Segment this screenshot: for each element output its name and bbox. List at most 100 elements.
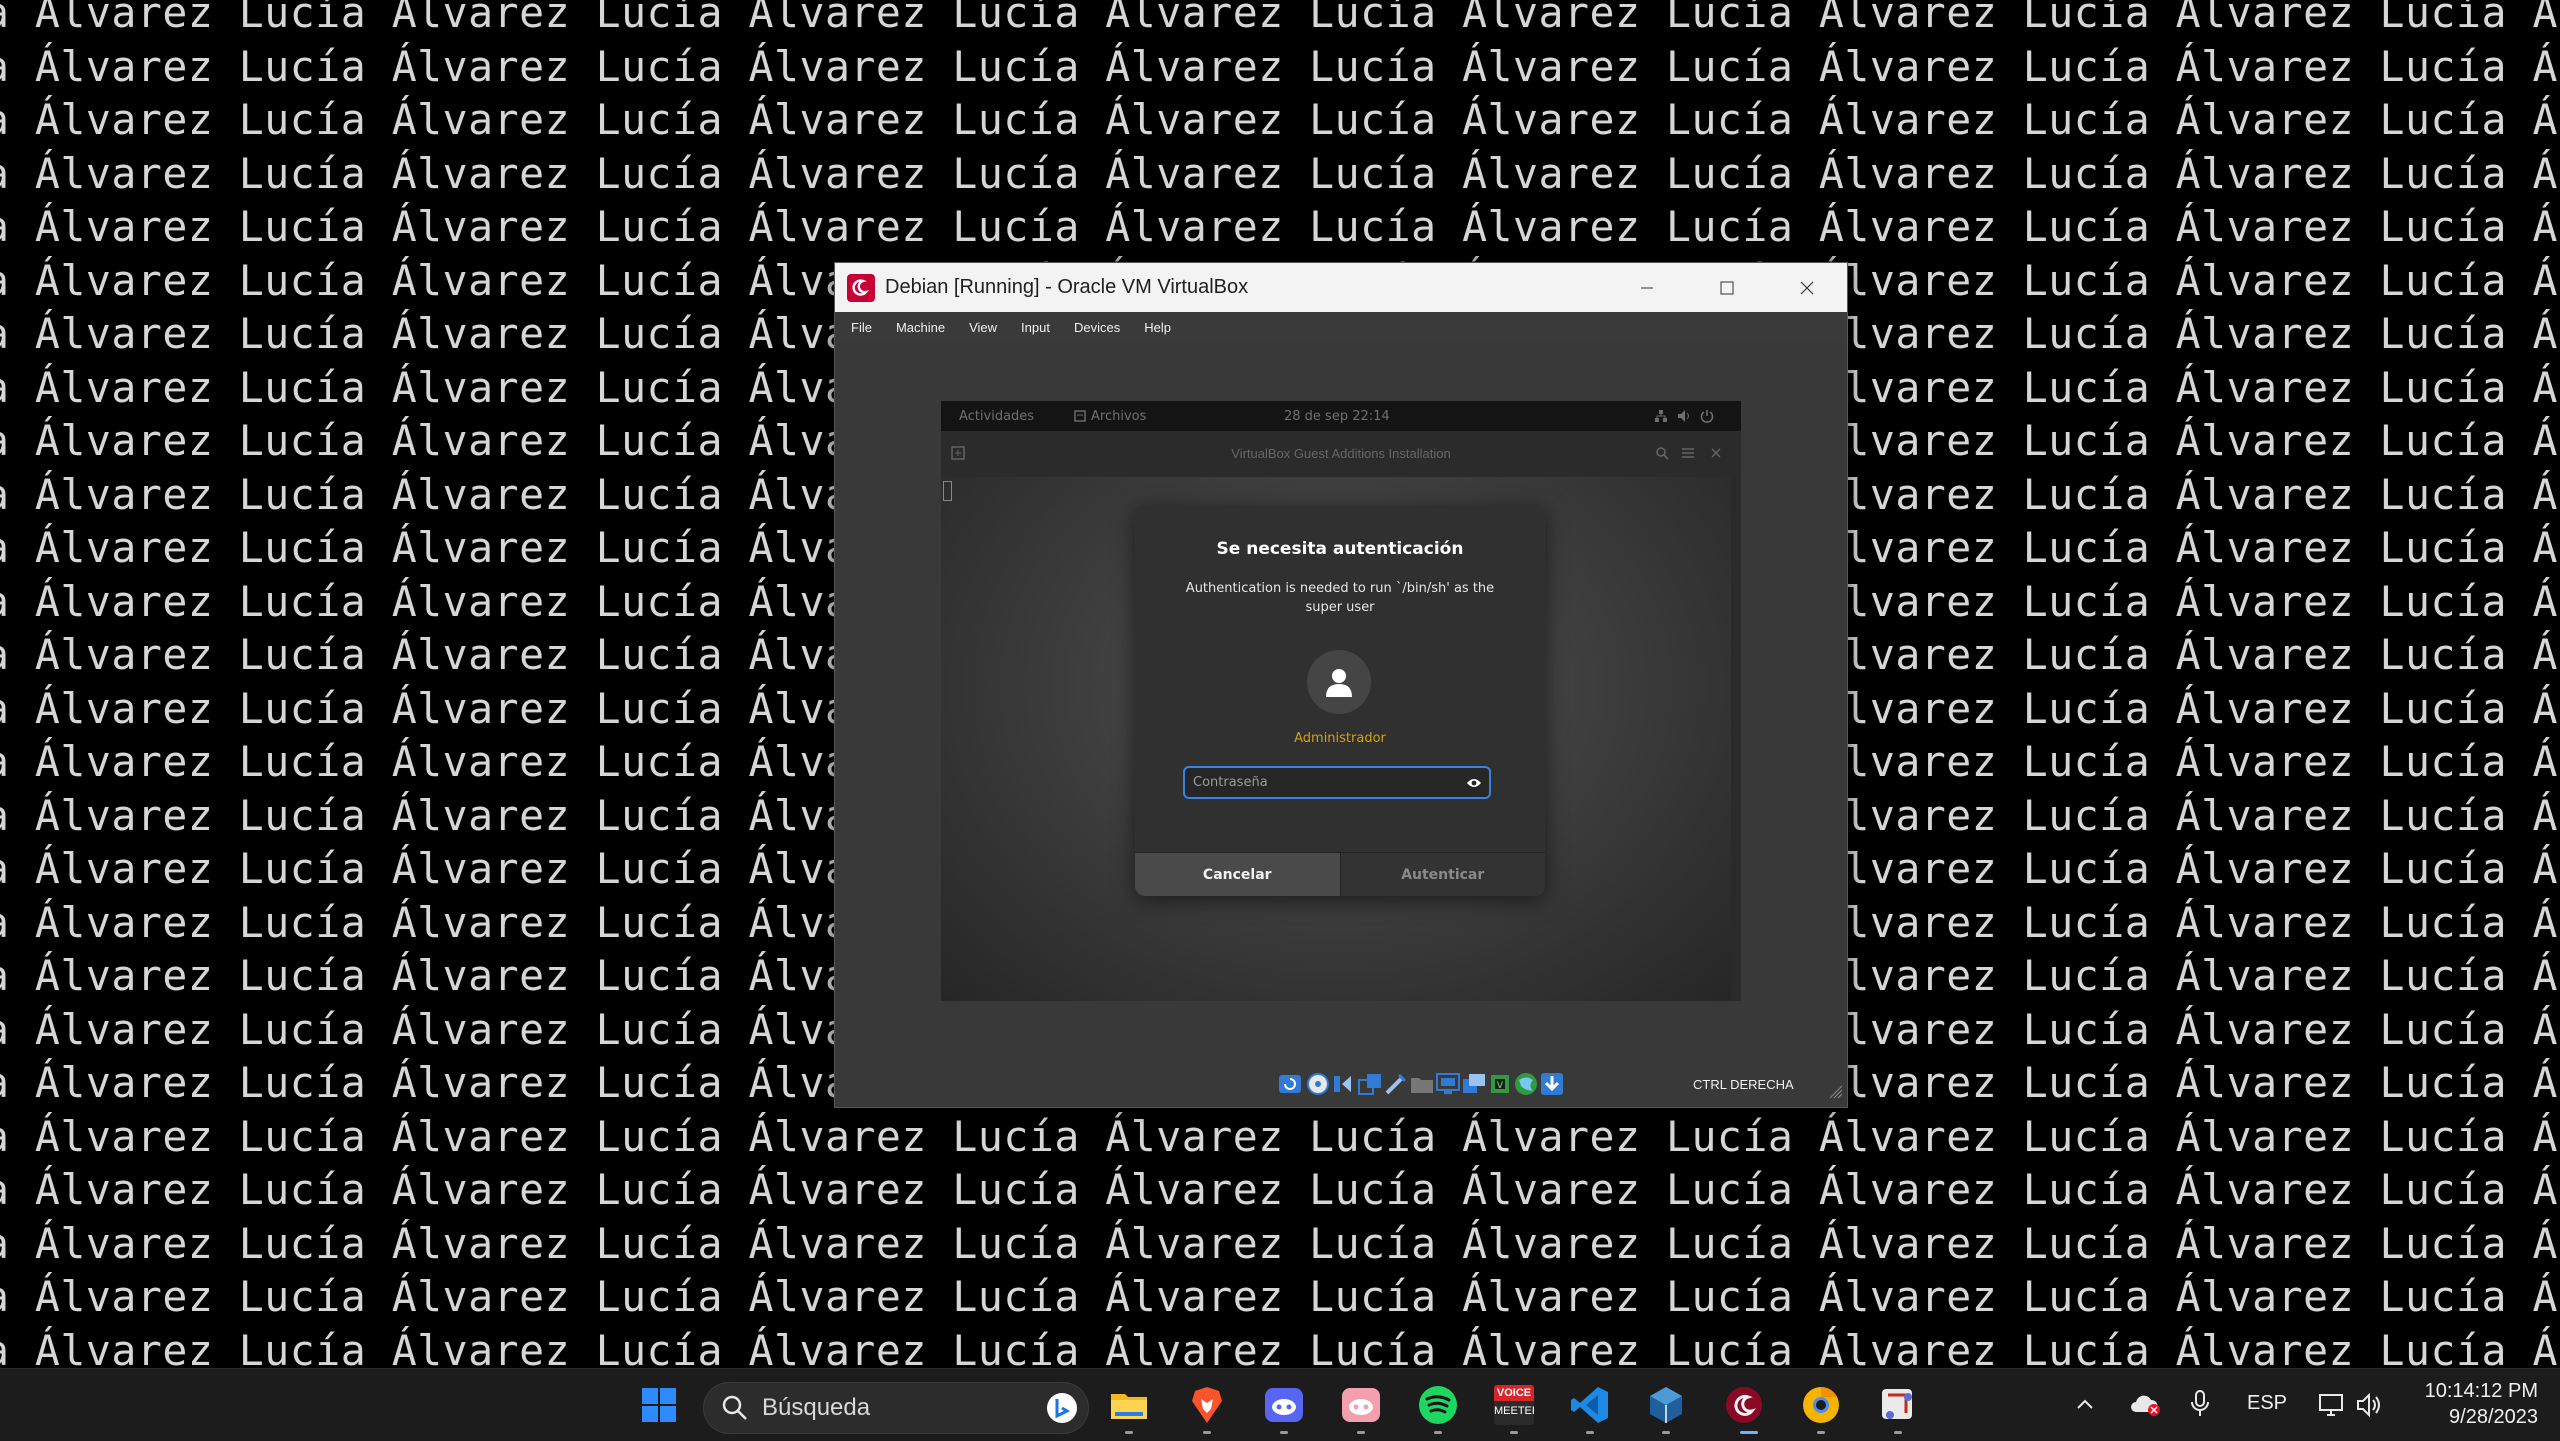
language-indicator[interactable]: ESP <box>2247 1392 2287 1415</box>
voicemeeter-label-bottom: MEETER <box>1494 1405 1534 1417</box>
activities-button[interactable]: Actividades <box>959 409 1034 424</box>
password-input[interactable] <box>1185 774 1459 791</box>
network-monitor-icon[interactable] <box>2318 1392 2346 1418</box>
wallpaper-text-row: Lucía Álvarez Lucía Álvarez Lucía Álvare… <box>0 41 2560 91</box>
screen-recording-icon[interactable] <box>1461 1071 1487 1097</box>
files-scrollbar[interactable] <box>1731 477 1741 1001</box>
host-key-label: CTRL DERECHA <box>1693 1077 1794 1092</box>
voicemeeter-icon[interactable]: VOICE MEETER <box>1494 1385 1534 1425</box>
file-selection-cursor <box>943 481 952 501</box>
minimize-icon <box>1641 287 1653 288</box>
running-indicator <box>1125 1431 1133 1434</box>
debian-vm-icon[interactable] <box>1724 1385 1764 1425</box>
close-button[interactable] <box>1767 263 1847 312</box>
optical-drive-icon[interactable] <box>1305 1071 1331 1097</box>
microphone-icon[interactable] <box>2188 1389 2212 1419</box>
clock-date: 9/28/2023 <box>2449 1406 2538 1428</box>
virtualbox-window[interactable]: Debian [Running] - Oracle VM VirtualBox … <box>834 262 1848 1108</box>
new-tab-icon[interactable] <box>951 446 965 460</box>
mouse-integration-icon[interactable] <box>1513 1071 1539 1097</box>
virtualbox-icon[interactable] <box>1646 1385 1686 1425</box>
maximize-button[interactable] <box>1687 263 1767 312</box>
close-icon <box>1800 281 1814 294</box>
wallpaper-text-row: Lucía Álvarez Lucía Álvarez Lucía Álvare… <box>0 1218 2560 1268</box>
clock[interactable]: 28 de sep 22:14 <box>1284 409 1390 424</box>
cloud-sync-error-icon[interactable] <box>2128 1391 2162 1417</box>
menu-view[interactable]: View <box>957 320 1009 335</box>
wallpaper-text-row: Lucía Álvarez Lucía Álvarez Lucía Álvare… <box>0 1272 2560 1321</box>
speaker-icon[interactable] <box>2355 1392 2385 1418</box>
vscode-icon[interactable] <box>1570 1385 1610 1425</box>
wallpaper-text-row: Lucía Álvarez Lucía Álvarez Lucía Álvare… <box>0 148 2560 198</box>
keyboard-capture-icon[interactable] <box>1539 1071 1565 1097</box>
resize-grip-icon[interactable] <box>1829 1085 1843 1099</box>
taskbar-search-box[interactable]: Búsqueda <box>703 1382 1089 1434</box>
menu-devices[interactable]: Devices <box>1062 320 1132 335</box>
discord-icon[interactable] <box>1341 1385 1381 1425</box>
running-indicator <box>1357 1431 1365 1434</box>
running-indicator <box>1280 1431 1288 1434</box>
network-icon <box>1655 410 1667 422</box>
minimize-button[interactable] <box>1607 263 1687 312</box>
bing-icon[interactable] <box>1046 1392 1078 1424</box>
search-placeholder: Búsqueda <box>762 1394 871 1421</box>
debian-app-icon <box>847 273 875 302</box>
dialog-buttons: Cancelar Autenticar <box>1135 852 1545 896</box>
chevron-up-icon[interactable] <box>2074 1393 2096 1415</box>
network-adapter-icon[interactable] <box>1357 1071 1383 1097</box>
display-icon[interactable] <box>1435 1071 1461 1097</box>
audio-icon[interactable] <box>1331 1071 1357 1097</box>
snipping-tool-icon[interactable] <box>1878 1385 1918 1425</box>
menu-input[interactable]: Input <box>1009 320 1062 335</box>
running-indicator <box>1434 1431 1442 1434</box>
dialog-message: Authentication is needed to run `/bin/sh… <box>1185 581 1495 615</box>
windows-taskbar: Búsqueda VOICE MEETER ESP 10:14:12 PM 9/… <box>0 1368 2560 1441</box>
spotify-icon[interactable] <box>1418 1385 1458 1425</box>
close-icon[interactable] <box>1711 448 1721 458</box>
power-icon <box>1700 410 1714 423</box>
wallpaper-text-row: Lucía Álvarez Lucía Álvarez Lucía Álvare… <box>0 1325 2560 1369</box>
password-field[interactable] <box>1183 766 1491 799</box>
wallpaper-text-row: Lucía Álvarez Lucía Álvarez Lucía Álvare… <box>0 0 2560 37</box>
reveal-password-button[interactable] <box>1459 768 1489 798</box>
chrome-canary-icon[interactable] <box>1801 1385 1841 1425</box>
volume-icon <box>1678 410 1689 422</box>
active-indicator <box>1740 1431 1758 1434</box>
menu-help[interactable]: Help <box>1132 320 1183 335</box>
dialog-title: Se necesita autenticación <box>1216 539 1464 559</box>
files-app-icon <box>1074 410 1086 422</box>
gnome-top-bar: Actividades Archivos 28 de sep 22:14 <box>941 401 1741 431</box>
search-icon[interactable] <box>1655 446 1669 460</box>
window-title: Debian [Running] - Oracle VM VirtualBox <box>885 276 1249 298</box>
eye-icon <box>1467 778 1481 787</box>
voicemeeter-label-top: VOICE <box>1494 1385 1534 1401</box>
running-indicator <box>1894 1431 1902 1434</box>
wallpaper-text-row: Lucía Álvarez Lucía Álvarez Lucía Álvare… <box>0 1165 2560 1214</box>
active-app-name[interactable]: Archivos <box>1091 409 1146 424</box>
window-titlebar[interactable]: Debian [Running] - Oracle VM VirtualBox <box>835 263 1847 312</box>
usb-icon[interactable] <box>1383 1071 1409 1097</box>
hard-disk-icon[interactable] <box>1277 1071 1303 1097</box>
running-indicator <box>1817 1431 1825 1434</box>
user-icon <box>1326 669 1352 697</box>
clock[interactable]: 10:14:12 PM 9/28/2023 <box>2418 1378 2538 1430</box>
status-bar: V CTRL DERECHA <box>835 1059 1847 1103</box>
running-indicator <box>1510 1431 1518 1434</box>
running-indicator <box>1662 1431 1670 1434</box>
file-explorer-icon[interactable] <box>1109 1385 1149 1425</box>
guest-display[interactable]: Actividades Archivos 28 de sep 22:14 Vir… <box>941 401 1741 1001</box>
svg-text:V: V <box>1497 1081 1504 1091</box>
menu-file[interactable]: File <box>839 320 884 335</box>
menu-machine[interactable]: Machine <box>884 320 957 335</box>
brave-browser-icon[interactable] <box>1187 1385 1227 1425</box>
files-headerbar: VirtualBox Guest Additions Installation <box>941 431 1741 477</box>
discord-ptb-icon[interactable] <box>1264 1385 1304 1425</box>
cpu-execution-icon[interactable]: V <box>1487 1071 1513 1097</box>
shared-folders-icon[interactable] <box>1409 1071 1435 1097</box>
search-icon <box>722 1395 747 1420</box>
cancel-button[interactable]: Cancelar <box>1135 853 1341 896</box>
menu-icon[interactable] <box>1681 446 1695 460</box>
authenticate-button[interactable]: Autenticar <box>1340 853 1545 896</box>
authentication-dialog: Se necesita autenticación Authentication… <box>1135 506 1545 896</box>
windows-start-icon[interactable] <box>639 1385 679 1425</box>
